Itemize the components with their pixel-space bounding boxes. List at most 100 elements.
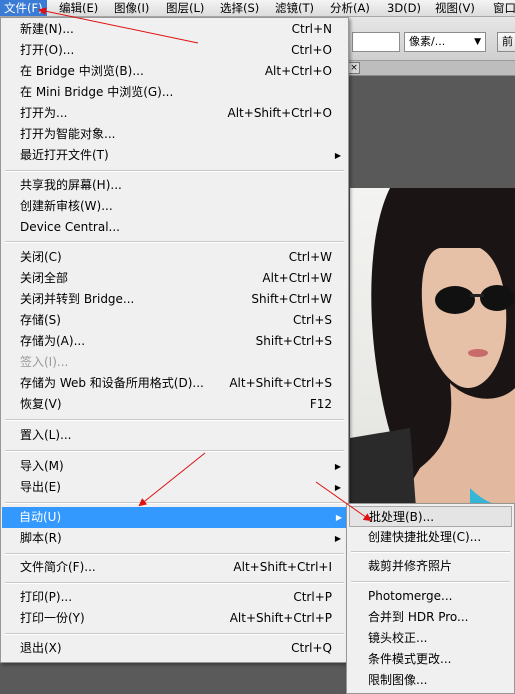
menu-item-label: 存储为 Web 和设备所用格式(D)... <box>20 376 204 390</box>
menu-item-shortcut: Alt+Ctrl+W <box>262 271 332 285</box>
menu-item-shortcut: Ctrl+O <box>291 43 332 57</box>
submenu-arrow-icon: ▶ <box>335 513 342 522</box>
menu-layer[interactable]: 图层(L) <box>162 0 208 16</box>
menu-item-label: 存储(S) <box>20 313 61 327</box>
menu-item-print-one-copy[interactable]: 打印一份(Y) Alt+Shift+Ctrl+P <box>3 608 346 629</box>
menu-item-label: 关闭并转到 Bridge... <box>20 292 135 306</box>
unit-dropdown[interactable]: 像素/... ▼ <box>404 32 486 52</box>
menu-item-label: 合并到 HDR Pro... <box>368 610 469 624</box>
menu-item-shortcut: F12 <box>309 397 332 411</box>
menu-item-label: 导入(M) <box>20 459 64 473</box>
menu-item-label: 关闭(C) <box>20 250 62 264</box>
menu-item-print[interactable]: 打印(P)... Ctrl+P <box>3 587 346 608</box>
menu-3d[interactable]: 3D(D) <box>383 0 425 16</box>
menu-item-label: 新建(N)... <box>20 22 74 36</box>
menu-item-label: 共享我的屏幕(H)... <box>20 178 122 192</box>
menu-item-label: 在 Mini Bridge 中浏览(G)... <box>20 85 174 99</box>
submenu-item-lens-correction[interactable]: 镜头校正... <box>349 628 512 649</box>
menu-item-label: 最近打开文件(T) <box>20 148 109 162</box>
menu-separator <box>5 502 344 504</box>
menu-item-label: 创建快捷批处理(C)... <box>368 530 482 544</box>
menu-item-open-as[interactable]: 打开为... Alt+Shift+Ctrl+O <box>3 103 346 124</box>
menu-item-recent-files[interactable]: 最近打开文件(T) ▶ <box>3 145 346 166</box>
menu-item-place[interactable]: 置入(L)... <box>3 425 346 446</box>
menu-image[interactable]: 图像(I) <box>110 0 153 16</box>
menu-item-close-goto-bridge[interactable]: 关闭并转到 Bridge... Shift+Ctrl+W <box>3 289 346 310</box>
menu-item-label: 文件简介(F)... <box>20 560 96 574</box>
menu-filter[interactable]: 滤镜(T) <box>271 0 318 16</box>
submenu-item-create-droplet[interactable]: 创建快捷批处理(C)... <box>349 527 512 548</box>
submenu-arrow-icon: ▶ <box>334 462 341 471</box>
menu-item-open-smart-object[interactable]: 打开为智能对象... <box>3 124 346 145</box>
menu-item-label: 镜头校正... <box>368 631 428 645</box>
menu-item-shortcut: Alt+Shift+Ctrl+P <box>229 611 332 625</box>
resolution-input[interactable] <box>352 32 400 52</box>
menu-item-save[interactable]: 存储(S) Ctrl+S <box>3 310 346 331</box>
menu-item-label: 条件模式更改... <box>368 652 452 666</box>
menu-item-device-central[interactable]: Device Central... <box>3 217 346 238</box>
menu-item-label: 批处理(B)... <box>369 510 435 524</box>
dropdown-arrow-icon: ▼ <box>474 37 481 47</box>
menu-item-export[interactable]: 导出(E) ▶ <box>3 477 346 498</box>
menu-item-close[interactable]: 关闭(C) Ctrl+W <box>3 247 346 268</box>
file-menu: 新建(N)... Ctrl+N 打开(O)... Ctrl+O 在 Bridge… <box>0 17 349 663</box>
menu-item-shortcut: Ctrl+N <box>291 22 332 36</box>
menu-item-label: 在 Bridge 中浏览(B)... <box>20 64 144 78</box>
menu-bar: 文件(F) 编辑(E) 图像(I) 图层(L) 选择(S) 滤镜(T) 分析(A… <box>0 0 515 17</box>
menu-item-label: 自动(U) <box>19 510 62 524</box>
menu-item-label: 打开为... <box>20 106 68 120</box>
submenu-item-photomerge[interactable]: Photomerge... <box>349 586 512 607</box>
submenu-item-merge-hdr[interactable]: 合并到 HDR Pro... <box>349 607 512 628</box>
menu-item-shortcut: Ctrl+P <box>293 590 332 604</box>
menu-item-exit[interactable]: 退出(X) Ctrl+Q <box>3 638 346 659</box>
menu-separator <box>5 553 344 555</box>
menu-analysis[interactable]: 分析(A) <box>326 0 374 16</box>
menu-item-shortcut: Alt+Shift+Ctrl+S <box>229 376 332 390</box>
automate-submenu: 批处理(B)... 创建快捷批处理(C)... 裁剪并修齐照片 Photomer… <box>346 503 515 694</box>
menu-item-label: 限制图像... <box>368 673 428 687</box>
menu-item-scripts[interactable]: 脚本(R) ▶ <box>3 528 346 549</box>
menu-item-browse-mini-bridge[interactable]: 在 Mini Bridge 中浏览(G)... <box>3 82 346 103</box>
menu-item-label: 导出(E) <box>20 480 61 494</box>
submenu-item-fit-image[interactable]: 限制图像... <box>349 670 512 691</box>
menu-separator <box>351 581 510 583</box>
menu-select[interactable]: 选择(S) <box>216 0 263 16</box>
menu-item-share-screen[interactable]: 共享我的屏幕(H)... <box>3 175 346 196</box>
menu-item-save-for-web[interactable]: 存储为 Web 和设备所用格式(D)... Alt+Shift+Ctrl+S <box>3 373 346 394</box>
menu-item-close-all[interactable]: 关闭全部 Alt+Ctrl+W <box>3 268 346 289</box>
menu-item-file-info[interactable]: 文件简介(F)... Alt+Shift+Ctrl+I <box>3 557 346 578</box>
menu-item-label: 关闭全部 <box>20 271 69 285</box>
menu-separator <box>5 241 344 243</box>
menu-item-new-review[interactable]: 创建新审核(W)... <box>3 196 346 217</box>
submenu-item-conditional-mode[interactable]: 条件模式更改... <box>349 649 512 670</box>
menu-view[interactable]: 视图(V) <box>431 0 479 16</box>
menu-edit[interactable]: 编辑(E) <box>55 0 102 16</box>
menu-separator <box>5 419 344 421</box>
menu-item-revert[interactable]: 恢复(V) F12 <box>3 394 346 415</box>
menu-item-label: 打开为智能对象... <box>20 127 116 141</box>
menu-separator <box>5 170 344 172</box>
menu-item-open[interactable]: 打开(O)... Ctrl+O <box>3 40 346 61</box>
menu-item-check-in: 签入(I)... <box>3 352 346 373</box>
menu-separator <box>5 633 344 635</box>
menu-window[interactable]: 窗口 <box>489 0 515 16</box>
menu-item-save-as[interactable]: 存储为(A)... Shift+Ctrl+S <box>3 331 346 352</box>
submenu-arrow-icon: ▶ <box>334 534 341 543</box>
front-image-button[interactable]: 前 <box>497 32 515 52</box>
menu-item-new[interactable]: 新建(N)... Ctrl+N <box>3 19 346 40</box>
menu-item-browse-bridge[interactable]: 在 Bridge 中浏览(B)... Alt+Ctrl+O <box>3 61 346 82</box>
menu-item-import[interactable]: 导入(M) ▶ <box>3 456 346 477</box>
menu-item-label: 脚本(R) <box>20 531 62 545</box>
menu-separator <box>5 450 344 452</box>
unit-dropdown-value: 像素/... <box>409 35 446 48</box>
menu-item-label: 置入(L)... <box>20 428 72 442</box>
submenu-item-crop-straighten[interactable]: 裁剪并修齐照片 <box>349 556 512 577</box>
menu-item-shortcut: Ctrl+S <box>292 313 332 327</box>
submenu-arrow-icon: ▶ <box>334 151 341 160</box>
menu-file[interactable]: 文件(F) <box>0 0 47 16</box>
submenu-item-batch[interactable]: 批处理(B)... <box>349 506 512 527</box>
menu-item-label: 恢复(V) <box>20 397 62 411</box>
menu-item-automate[interactable]: 自动(U) ▶ <box>2 507 347 528</box>
close-tab-icon[interactable]: × <box>348 62 360 74</box>
menu-item-shortcut: Ctrl+Q <box>291 641 332 655</box>
